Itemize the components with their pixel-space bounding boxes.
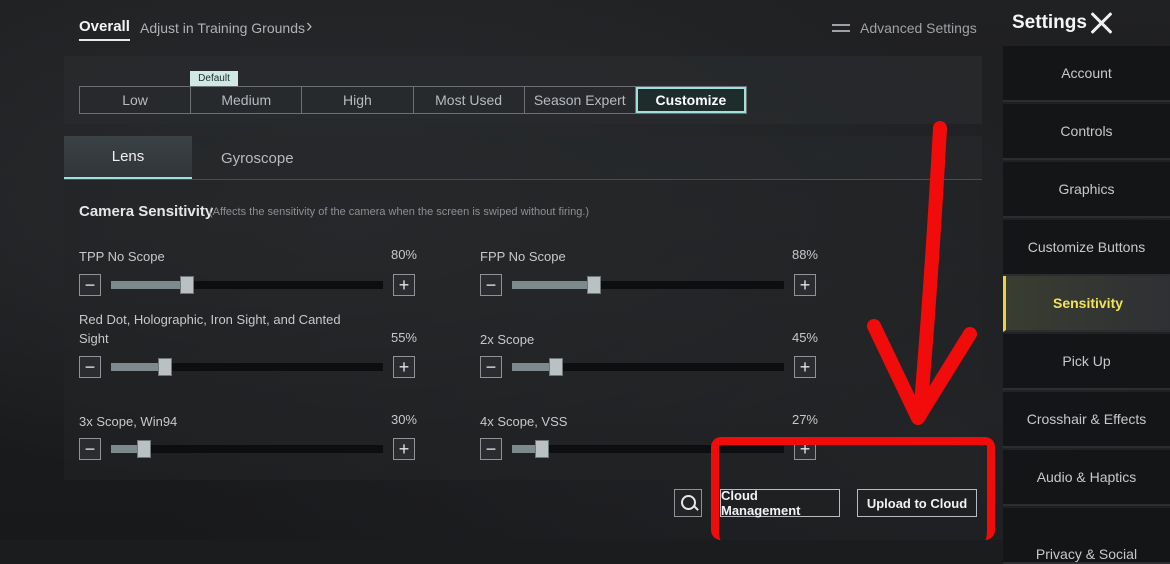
sidebar-item-sensitivity[interactable]: Sensitivity <box>1003 276 1170 332</box>
sidebar-item-label: Pick Up <box>1062 353 1111 369</box>
sensitivity-subtabs: Lens Gyroscope <box>64 136 982 180</box>
minus-button[interactable]: − <box>79 438 101 460</box>
slider-thumb[interactable] <box>536 441 548 457</box>
slider-value: 30% <box>390 412 417 427</box>
slider-track[interactable] <box>111 359 383 375</box>
slider-controls: − + <box>480 356 818 378</box>
sidebar-item-label: Privacy & Social <box>1035 546 1138 562</box>
search-button[interactable] <box>674 489 702 517</box>
preset-most-used[interactable]: Most Used <box>414 87 525 113</box>
sidebar-item-label: Controls <box>1060 123 1113 139</box>
slider-controls: − + <box>79 274 417 296</box>
slider-label: FPP No Scope <box>480 249 566 264</box>
section-note: (Affects the sensitivity of the camera w… <box>209 206 590 218</box>
sidebar-item-privacy-social[interactable]: Privacy & Social <box>1003 508 1170 564</box>
sidebar-item-pick-up[interactable]: Pick Up <box>1003 334 1170 390</box>
slider-label: 4x Scope, VSS <box>480 414 568 429</box>
minus-button[interactable]: − <box>480 356 502 378</box>
slider-thumb[interactable] <box>181 277 193 293</box>
top-bar: Overall Adjust in Training Grounds › Adv… <box>0 0 1003 56</box>
slider-value: 27% <box>791 412 818 427</box>
preset-season-expert[interactable]: Season Expert <box>525 87 636 113</box>
slider-track[interactable] <box>512 277 784 293</box>
advanced-settings-button[interactable]: Advanced Settings <box>832 20 977 36</box>
slider-fill <box>111 281 187 289</box>
slider-3x-scope: 3x Scope, Win94 30% − + <box>79 412 417 462</box>
sidebar-item-crosshair-effects[interactable]: Crosshair & Effects <box>1003 392 1170 448</box>
settings-title: Settings <box>1012 12 1087 33</box>
slider-value: 55% <box>390 330 417 345</box>
sidebar-item-customize-buttons[interactable]: Customize Buttons <box>1003 220 1170 276</box>
slider-tpp-no-scope: TPP No Scope 80% − + <box>79 247 417 297</box>
plus-button[interactable]: + <box>393 438 415 460</box>
sidebar-item-audio-haptics[interactable]: Audio & Haptics <box>1003 450 1170 506</box>
slider-fpp-no-scope: FPP No Scope 88% − + <box>480 247 818 297</box>
plus-button[interactable]: + <box>794 274 816 296</box>
slider-controls: − + <box>480 274 818 296</box>
sidebar-item-graphics[interactable]: Graphics <box>1003 162 1170 218</box>
tab-gyroscope[interactable]: Gyroscope <box>221 150 294 167</box>
sidebar-item-label: Crosshair & Effects <box>1026 411 1147 427</box>
slider-track[interactable] <box>111 277 383 293</box>
minus-button[interactable]: − <box>480 274 502 296</box>
preset-medium[interactable]: Medium <box>191 87 303 113</box>
swap-icon <box>832 21 850 35</box>
minus-button[interactable]: − <box>79 356 101 378</box>
annotation-highlight-box <box>711 437 995 540</box>
sidebar-item-account[interactable]: Account <box>1003 46 1170 102</box>
preset-selector: Low Medium High Most Used Season Expert … <box>79 86 747 114</box>
slider-thumb[interactable] <box>550 359 562 375</box>
slider-thumb[interactable] <box>159 359 171 375</box>
sidebar-item-label: Audio & Haptics <box>1036 469 1137 485</box>
sidebar-item-label: Customize Buttons <box>1027 239 1146 255</box>
sidebar-item-label: Graphics <box>1058 181 1115 197</box>
search-icon-handle <box>693 505 699 511</box>
close-icon[interactable] <box>1088 10 1114 36</box>
slider-label: 3x Scope, Win94 <box>79 414 178 429</box>
slider-value: 80% <box>390 247 417 262</box>
sidebar-item-label: Account <box>1061 65 1112 81</box>
slider-label: Red Dot, Holographic, Iron Sight, and Ca… <box>79 312 341 346</box>
slider-track[interactable] <box>111 441 383 457</box>
slider-value: 88% <box>791 247 818 262</box>
slider-track[interactable] <box>512 359 784 375</box>
sidebar-item-controls[interactable]: Controls <box>1003 104 1170 160</box>
slider-thumb[interactable] <box>138 441 150 457</box>
sidebar-item-label: Sensitivity <box>1052 295 1124 311</box>
tab-adjust-in-training-grounds[interactable]: Adjust in Training Grounds <box>140 20 305 36</box>
section-title: Camera Sensitivity <box>79 203 214 220</box>
default-badge: Default <box>190 71 238 86</box>
tab-lens[interactable]: Lens <box>64 136 192 179</box>
minus-button[interactable]: − <box>79 274 101 296</box>
advanced-settings-label: Advanced Settings <box>860 20 977 36</box>
slider-2x-scope: 2x Scope 45% − + <box>480 330 818 380</box>
plus-button[interactable]: + <box>794 356 816 378</box>
plus-button[interactable]: + <box>393 274 415 296</box>
preset-low[interactable]: Low <box>80 87 192 113</box>
preset-customize[interactable]: Customize <box>635 87 747 113</box>
settings-sidebar: Account Controls Graphics Customize Butt… <box>1003 46 1170 564</box>
preset-high[interactable]: High <box>302 87 414 113</box>
slider-label: 2x Scope <box>480 332 535 347</box>
slider-label: TPP No Scope <box>79 249 165 264</box>
minus-button[interactable]: − <box>480 438 502 460</box>
slider-controls: − + <box>79 356 417 378</box>
slider-fill <box>111 363 165 371</box>
chevron-right-icon[interactable]: › <box>306 16 312 38</box>
slider-value: 45% <box>791 330 818 345</box>
tab-overall[interactable]: Overall <box>79 18 130 41</box>
slider-thumb[interactable] <box>588 277 600 293</box>
slider-controls: − + <box>79 438 417 460</box>
slider-fill <box>512 281 594 289</box>
slider-red-dot: Red Dot, Holographic, Iron Sight, and Ca… <box>79 310 417 378</box>
plus-button[interactable]: + <box>393 356 415 378</box>
